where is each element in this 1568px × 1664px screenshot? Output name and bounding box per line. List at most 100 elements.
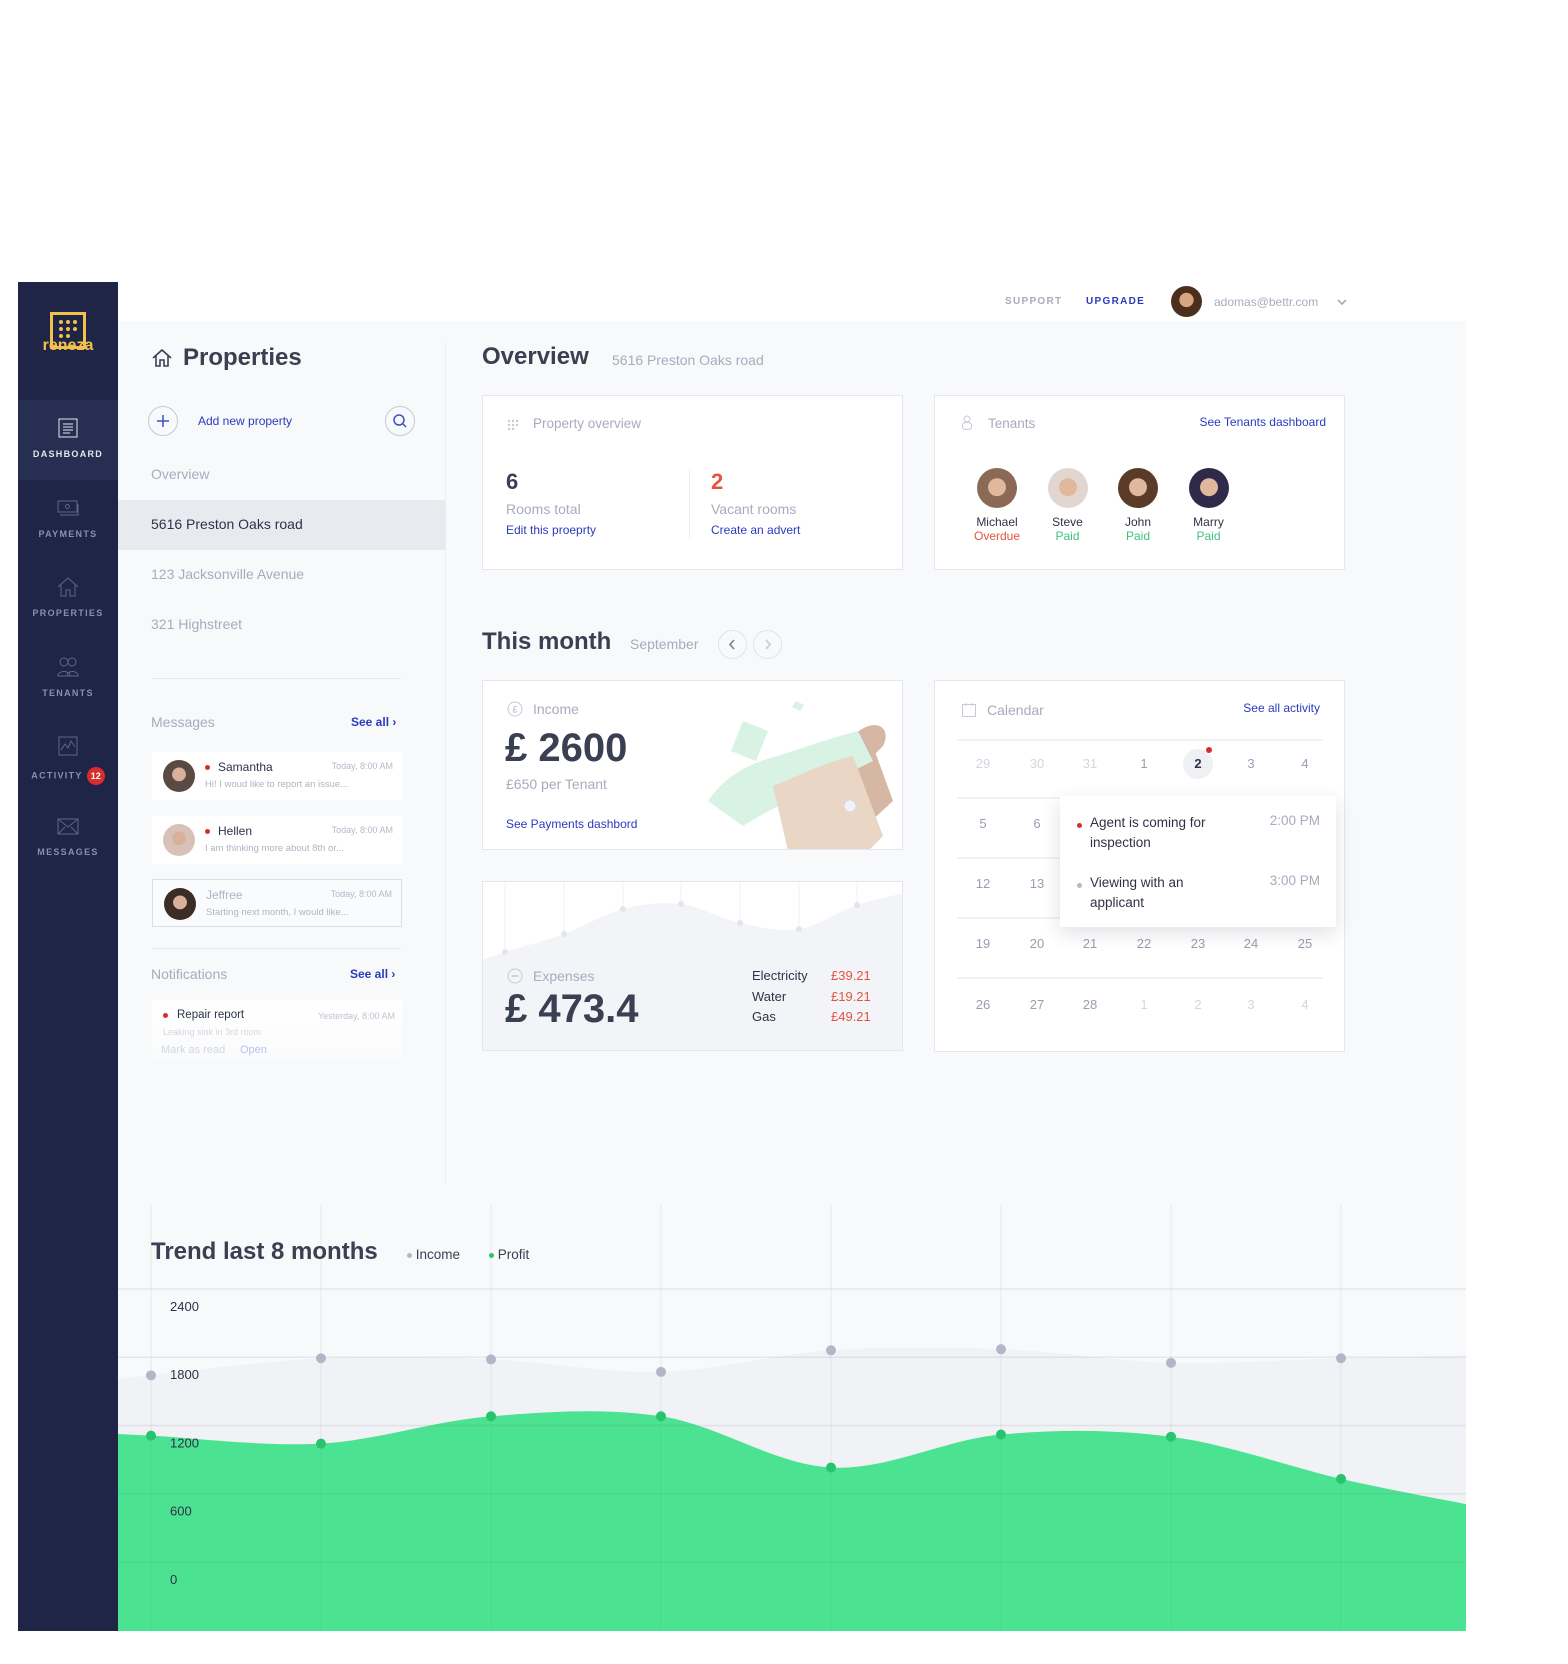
sidebar-item-payments[interactable]: PAYMENTS	[18, 480, 118, 560]
tenant-item[interactable]: Michael Overdue	[962, 468, 1032, 543]
edit-property-link[interactable]: Edit this proeprty	[506, 523, 596, 537]
chevron-down-icon[interactable]	[1336, 294, 1348, 312]
income-point[interactable]	[1336, 1353, 1346, 1364]
message-item[interactable]: Jeffree Today, 8:00 AM Starting next mon…	[152, 879, 402, 927]
calendar-day[interactable]: 21	[1070, 936, 1110, 951]
profit-point[interactable]	[656, 1411, 666, 1422]
profit-point[interactable]	[826, 1462, 836, 1473]
sender-name: Hellen	[218, 824, 253, 838]
expense-value: £19.21	[831, 988, 871, 1004]
message-time: Today, 8:00 AM	[331, 761, 393, 771]
user-avatar[interactable]	[1171, 286, 1202, 317]
avatar	[1188, 468, 1229, 508]
message-item[interactable]: Samantha Today, 8:00 AM Hi! I woud like …	[152, 752, 402, 800]
overview-subtitle: 5616 Preston Oaks road	[612, 352, 764, 368]
banknote-icon	[57, 500, 79, 515]
properties-overview-link[interactable]: Overview	[151, 466, 209, 482]
calendar-day[interactable]: 12	[963, 876, 1003, 891]
expenses-card: Expenses £ 473.4 Electricity £39.21 Water £…	[482, 881, 903, 1051]
messages-see-all[interactable]: See all ›	[351, 715, 396, 729]
profit-point[interactable]	[486, 1411, 496, 1422]
search-button[interactable]	[385, 406, 415, 436]
income-point[interactable]	[146, 1370, 156, 1381]
income-point[interactable]	[316, 1353, 326, 1364]
calendar-day[interactable]: 25	[1285, 936, 1325, 951]
mark-as-read-link[interactable]: Mark as read	[161, 1044, 225, 1056]
income-per-tenant: £650 per Tenant	[506, 776, 607, 792]
profit-point[interactable]	[146, 1430, 156, 1441]
calendar-day[interactable]: 22	[1124, 936, 1164, 951]
tenant-status: Paid	[1196, 529, 1221, 543]
unread-dot	[205, 829, 210, 834]
calendar-day[interactable]: 6	[1017, 816, 1057, 831]
calendar-day[interactable]: 2	[1178, 997, 1218, 1012]
divider	[152, 948, 401, 949]
card-title: Property overview	[533, 416, 642, 431]
calendar-day[interactable]: 30	[1017, 756, 1057, 771]
user-email[interactable]: adomas@bettr.com	[1214, 295, 1318, 309]
next-month-button[interactable]	[753, 630, 782, 659]
calendar-day[interactable]: 1	[1124, 997, 1164, 1012]
create-advert-link[interactable]: Create an advert	[711, 523, 800, 537]
calendar-day[interactable]: 31	[1070, 756, 1110, 771]
event-title[interactable]: Viewing with an applicant	[1090, 873, 1240, 913]
income-point[interactable]	[826, 1345, 836, 1356]
sidebar-item-messages[interactable]: MESSAGES	[18, 798, 118, 878]
calendar-day[interactable]: 2	[1178, 756, 1218, 771]
calendar-day[interactable]: 1	[1124, 756, 1164, 771]
tenants-dashboard-link[interactable]: See Tenants dashboard	[1199, 415, 1326, 429]
open-link[interactable]: Open	[240, 1044, 267, 1056]
profit-point[interactable]	[996, 1429, 1006, 1440]
sidebar-item-dashboard[interactable]: DASHBOARD	[18, 400, 118, 480]
tenant-status: Paid	[1055, 529, 1080, 543]
calendar-day[interactable]: 19	[963, 936, 1003, 951]
calendar-day[interactable]: 28	[1070, 997, 1110, 1012]
expense-name: Gas	[752, 1009, 776, 1024]
trend-chart: 2400 1800 1200 600 0	[118, 1205, 1466, 1631]
payments-dashboard-link[interactable]: See Payments dashbord	[506, 817, 637, 831]
profit-point[interactable]	[316, 1438, 326, 1449]
income-point[interactable]	[996, 1344, 1006, 1355]
calendar-day[interactable]: 13	[1017, 876, 1057, 891]
calendar-day[interactable]: 29	[963, 756, 1003, 771]
add-property-button[interactable]	[148, 406, 178, 436]
see-all-activity-link[interactable]: See all activity	[1243, 701, 1320, 715]
event-title[interactable]: Agent is coming for inspection	[1090, 813, 1240, 853]
income-point[interactable]	[486, 1354, 496, 1365]
income-point[interactable]	[656, 1366, 666, 1377]
message-item[interactable]: Hellen Today, 8:00 AM I am thinking more…	[152, 816, 402, 864]
prev-month-button[interactable]	[718, 630, 747, 659]
calendar-day[interactable]: 3	[1231, 756, 1271, 771]
calendar-day[interactable]: 23	[1178, 936, 1218, 951]
avatar	[1118, 468, 1158, 508]
calendar-day[interactable]: 5	[963, 816, 1003, 831]
calendar-day[interactable]: 20	[1017, 936, 1057, 951]
property-item[interactable]: 321 Highstreet	[118, 600, 445, 650]
profit-point[interactable]	[1336, 1473, 1346, 1484]
sidebar-item-properties[interactable]: PROPERTIES	[18, 559, 118, 639]
calendar-day[interactable]: 4	[1285, 756, 1325, 771]
property-item[interactable]: 123 Jacksonville Avenue	[118, 550, 445, 600]
calendar-day[interactable]: 3	[1231, 997, 1271, 1012]
sidebar-item-activity[interactable]: ACTIVITY 12	[18, 718, 118, 798]
tenant-item[interactable]: John Paid	[1103, 468, 1173, 543]
calendar-day[interactable]: 24	[1231, 936, 1271, 951]
sparkline-point	[854, 902, 860, 908]
calendar-day[interactable]: 4	[1285, 997, 1325, 1012]
notifications-see-all[interactable]: See all ›	[350, 967, 395, 981]
sidebar-item-tenants[interactable]: TENANTS	[18, 639, 118, 719]
message-preview: Hi! I woud like to report an issue...	[205, 779, 349, 790]
sparkline-point	[796, 926, 802, 932]
tenant-item[interactable]: Marry Paid	[1174, 468, 1244, 543]
tenant-item[interactable]: Steve Paid	[1033, 468, 1103, 543]
calendar-day[interactable]: 26	[963, 997, 1003, 1012]
upgrade-link[interactable]: UPGRADE	[1086, 296, 1145, 307]
calendar-day[interactable]: 27	[1017, 997, 1057, 1012]
add-property-link[interactable]: Add new property	[198, 414, 292, 428]
notification-card[interactable]: Repair report Yesterday, 8:00 AM Leaking…	[152, 1000, 402, 1061]
property-item[interactable]: 5616 Preston Oaks road	[118, 500, 445, 550]
income-point[interactable]	[1166, 1357, 1176, 1368]
profit-point[interactable]	[1166, 1431, 1176, 1442]
y-tick-label: 1200	[170, 1435, 199, 1450]
support-link[interactable]: SUPPORT	[1005, 296, 1062, 307]
